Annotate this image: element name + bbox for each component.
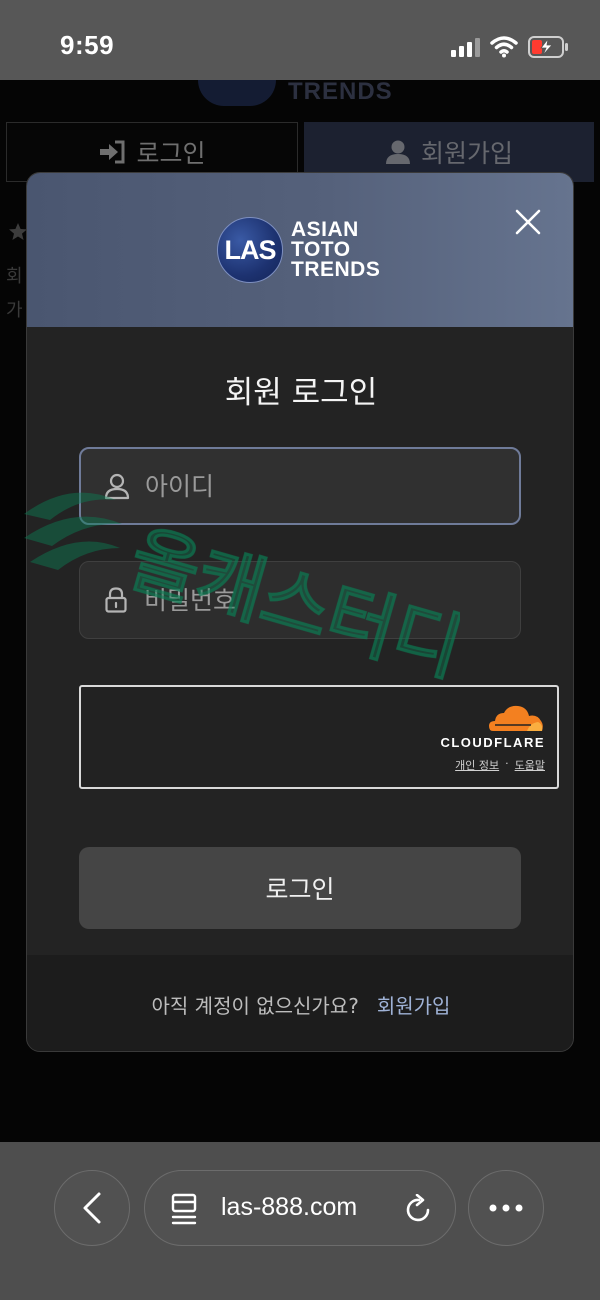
login-button[interactable]: 로그인	[79, 847, 521, 929]
close-button[interactable]	[515, 209, 541, 235]
lock-icon	[105, 587, 127, 613]
signal-icon	[451, 37, 480, 57]
more-icon	[489, 1204, 523, 1212]
modal-footer: 아직 계정이 없으신가요? 회원가입	[27, 955, 573, 1051]
site-logo: LAS ASIAN TOTO TRENDS	[217, 217, 380, 283]
close-icon	[515, 209, 541, 235]
logo-line-1: ASIAN	[291, 218, 359, 241]
browser-toolbar: las-888.com	[0, 1142, 600, 1300]
user-icon	[104, 473, 130, 500]
login-modal: LAS ASIAN TOTO TRENDS 회원 로그인 아이디 CLOUDFL…	[26, 172, 574, 1052]
wifi-icon	[490, 36, 518, 58]
login-arrow-icon	[100, 140, 125, 164]
logo-wordmark: ASIAN TOTO TRENDS	[291, 218, 381, 281]
battery-charging-icon	[528, 36, 568, 58]
password-input[interactable]	[144, 562, 520, 638]
privacy-link[interactable]: 개인 정보	[455, 757, 499, 773]
status-time: 9:59	[60, 30, 115, 60]
modal-title: 회원 로그인	[224, 375, 378, 411]
logo-line-3: TRENDS	[291, 258, 381, 281]
logo-badge: LAS	[217, 217, 283, 283]
tab-signup-label: 회원가입	[420, 139, 513, 168]
username-input[interactable]	[145, 449, 519, 523]
background-side-text-2: 가	[6, 300, 23, 321]
signup-prompt: 아직 계정이 없으신가요?	[151, 993, 359, 1018]
more-button[interactable]	[468, 1170, 544, 1246]
background-logo-text: TRENDS	[288, 78, 393, 105]
status-icons	[451, 34, 570, 60]
tab-login-label: 로그인	[136, 139, 206, 168]
cloudflare-captcha[interactable]: CLOUDFLARE 개인 정보 · 도움말	[79, 685, 559, 789]
back-chevron-icon	[83, 1192, 101, 1224]
signup-link[interactable]: 회원가입	[377, 990, 451, 1019]
logo-line-2: TOTO	[291, 238, 351, 261]
url-text: las-888.com	[221, 1193, 358, 1221]
background-side-text-1: 회	[6, 266, 23, 287]
password-field[interactable]	[79, 561, 521, 639]
username-field[interactable]	[79, 447, 521, 525]
modal-header: LAS ASIAN TOTO TRENDS	[27, 173, 573, 327]
reload-icon[interactable]	[405, 1194, 433, 1224]
address-bar[interactable]: las-888.com	[144, 1170, 456, 1246]
star-icon	[9, 223, 27, 240]
link-separator: ·	[505, 757, 509, 770]
cloudflare-links: 개인 정보 · 도움말	[455, 757, 545, 773]
cloudflare-cloud-icon	[489, 705, 543, 731]
help-link[interactable]: 도움말	[515, 757, 545, 773]
user-icon	[385, 140, 410, 164]
status-bar: 9:59	[0, 0, 600, 80]
cloudflare-brand: CLOUDFLARE	[440, 735, 545, 750]
page-menu-icon[interactable]	[171, 1193, 197, 1225]
back-button[interactable]	[54, 1170, 130, 1246]
